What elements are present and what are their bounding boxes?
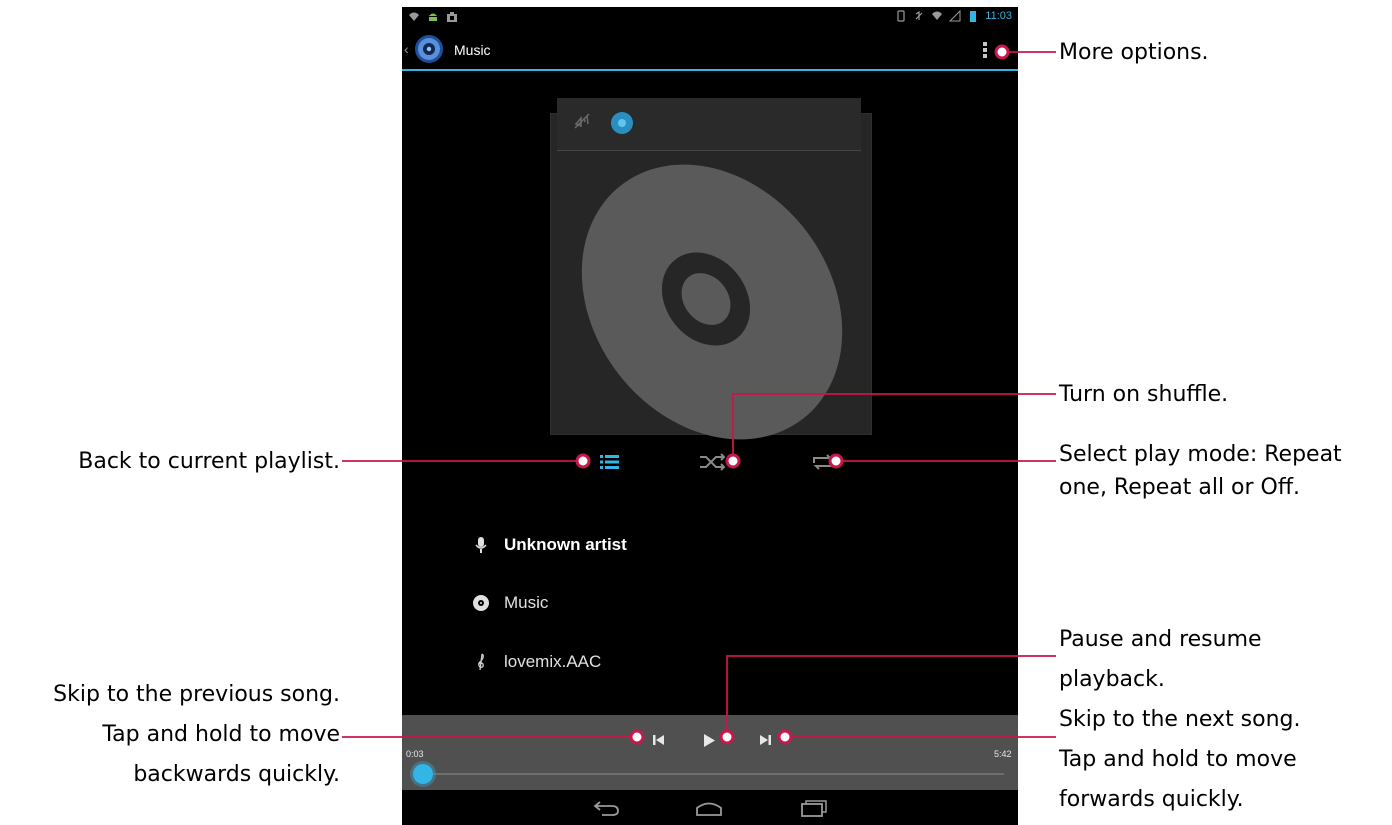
music-app-icon[interactable] bbox=[414, 34, 444, 64]
album-row: Music bbox=[472, 590, 548, 616]
callout-play-mode-1: Select play mode: Repeat bbox=[1059, 442, 1342, 467]
wifi-icon bbox=[932, 11, 943, 20]
callout-playlist: Back to current playlist. bbox=[78, 449, 340, 474]
microphone-icon bbox=[475, 537, 487, 553]
callout-pause-2: playback. bbox=[1059, 667, 1165, 692]
repeat-button[interactable] bbox=[806, 449, 840, 475]
callout-previous-1: Skip to the previous song. bbox=[53, 682, 340, 707]
action-bar: ‹ Music bbox=[402, 29, 1018, 71]
player-panel: 0:03 5:42 bbox=[402, 715, 1018, 790]
artist-row: Unknown artist bbox=[472, 532, 627, 558]
total-duration: 5:42 bbox=[994, 749, 1012, 759]
elapsed-time: 0:03 bbox=[406, 749, 424, 759]
artist-name: Unknown artist bbox=[504, 535, 627, 554]
play-icon bbox=[704, 734, 715, 747]
playlist-icon bbox=[600, 455, 619, 469]
next-button[interactable] bbox=[758, 729, 786, 751]
recents-button[interactable] bbox=[798, 798, 828, 818]
home-icon bbox=[696, 802, 722, 816]
recents-icon bbox=[801, 800, 827, 817]
up-caret-icon[interactable]: ‹ bbox=[404, 41, 409, 57]
song-row: lovemix.AAC bbox=[472, 649, 601, 675]
navigation-bar bbox=[402, 790, 1018, 825]
shuffle-button[interactable] bbox=[696, 449, 730, 475]
repeat-icon bbox=[813, 454, 833, 470]
seek-bar-thumb[interactable] bbox=[413, 764, 434, 784]
music-player-screen: 11:03 ‹ Music Unknown artist Music lovem… bbox=[402, 7, 1018, 825]
callout-next-3: forwards quickly. bbox=[1059, 787, 1244, 812]
callout-previous-2: Tap and hold to move bbox=[102, 722, 340, 747]
android-icon bbox=[429, 13, 437, 21]
playlist-button[interactable] bbox=[592, 449, 626, 475]
previous-button[interactable] bbox=[638, 729, 666, 751]
battery-icon bbox=[970, 11, 977, 22]
treble-clef-icon bbox=[478, 653, 484, 671]
mute-icon bbox=[915, 10, 923, 20]
disc-icon bbox=[581, 164, 843, 440]
callout-more-options: More options. bbox=[1059, 40, 1209, 65]
callout-next-1: Skip to the next song. bbox=[1059, 707, 1301, 732]
mute-glyph-icon[interactable] bbox=[573, 112, 591, 130]
song-title: lovemix.AAC bbox=[504, 652, 602, 671]
album-art-toolbar bbox=[557, 98, 861, 151]
callout-play-mode-2: one, Repeat all or Off. bbox=[1059, 475, 1301, 500]
callout-pause-1: Pause and resume bbox=[1059, 627, 1262, 652]
status-clock: 11:03 bbox=[985, 10, 1012, 22]
album-icon bbox=[473, 595, 489, 611]
callout-shuffle: Turn on shuffle. bbox=[1059, 382, 1229, 407]
shuffle-icon bbox=[700, 453, 726, 471]
wifi-icon bbox=[409, 12, 419, 21]
app-title[interactable]: Music bbox=[454, 42, 491, 58]
signal-icon bbox=[949, 10, 961, 22]
overflow-menu-icon[interactable] bbox=[980, 39, 1002, 61]
callout-previous-3: backwards quickly. bbox=[133, 762, 340, 787]
play-button[interactable] bbox=[698, 729, 726, 751]
home-button[interactable] bbox=[694, 798, 724, 818]
previous-icon bbox=[653, 735, 664, 745]
action-bar-divider bbox=[402, 69, 1018, 71]
back-button[interactable] bbox=[592, 798, 622, 818]
status-bar: 11:03 bbox=[402, 7, 1018, 29]
callout-next-2: Tap and hold to move bbox=[1059, 747, 1297, 772]
album-name: Music bbox=[504, 593, 549, 612]
back-icon bbox=[593, 801, 619, 816]
next-icon bbox=[760, 735, 771, 745]
notification-icon bbox=[447, 12, 457, 22]
volume-knob-icon[interactable] bbox=[610, 111, 634, 135]
seek-bar[interactable] bbox=[418, 773, 1004, 775]
no-sim-icon bbox=[897, 10, 905, 22]
